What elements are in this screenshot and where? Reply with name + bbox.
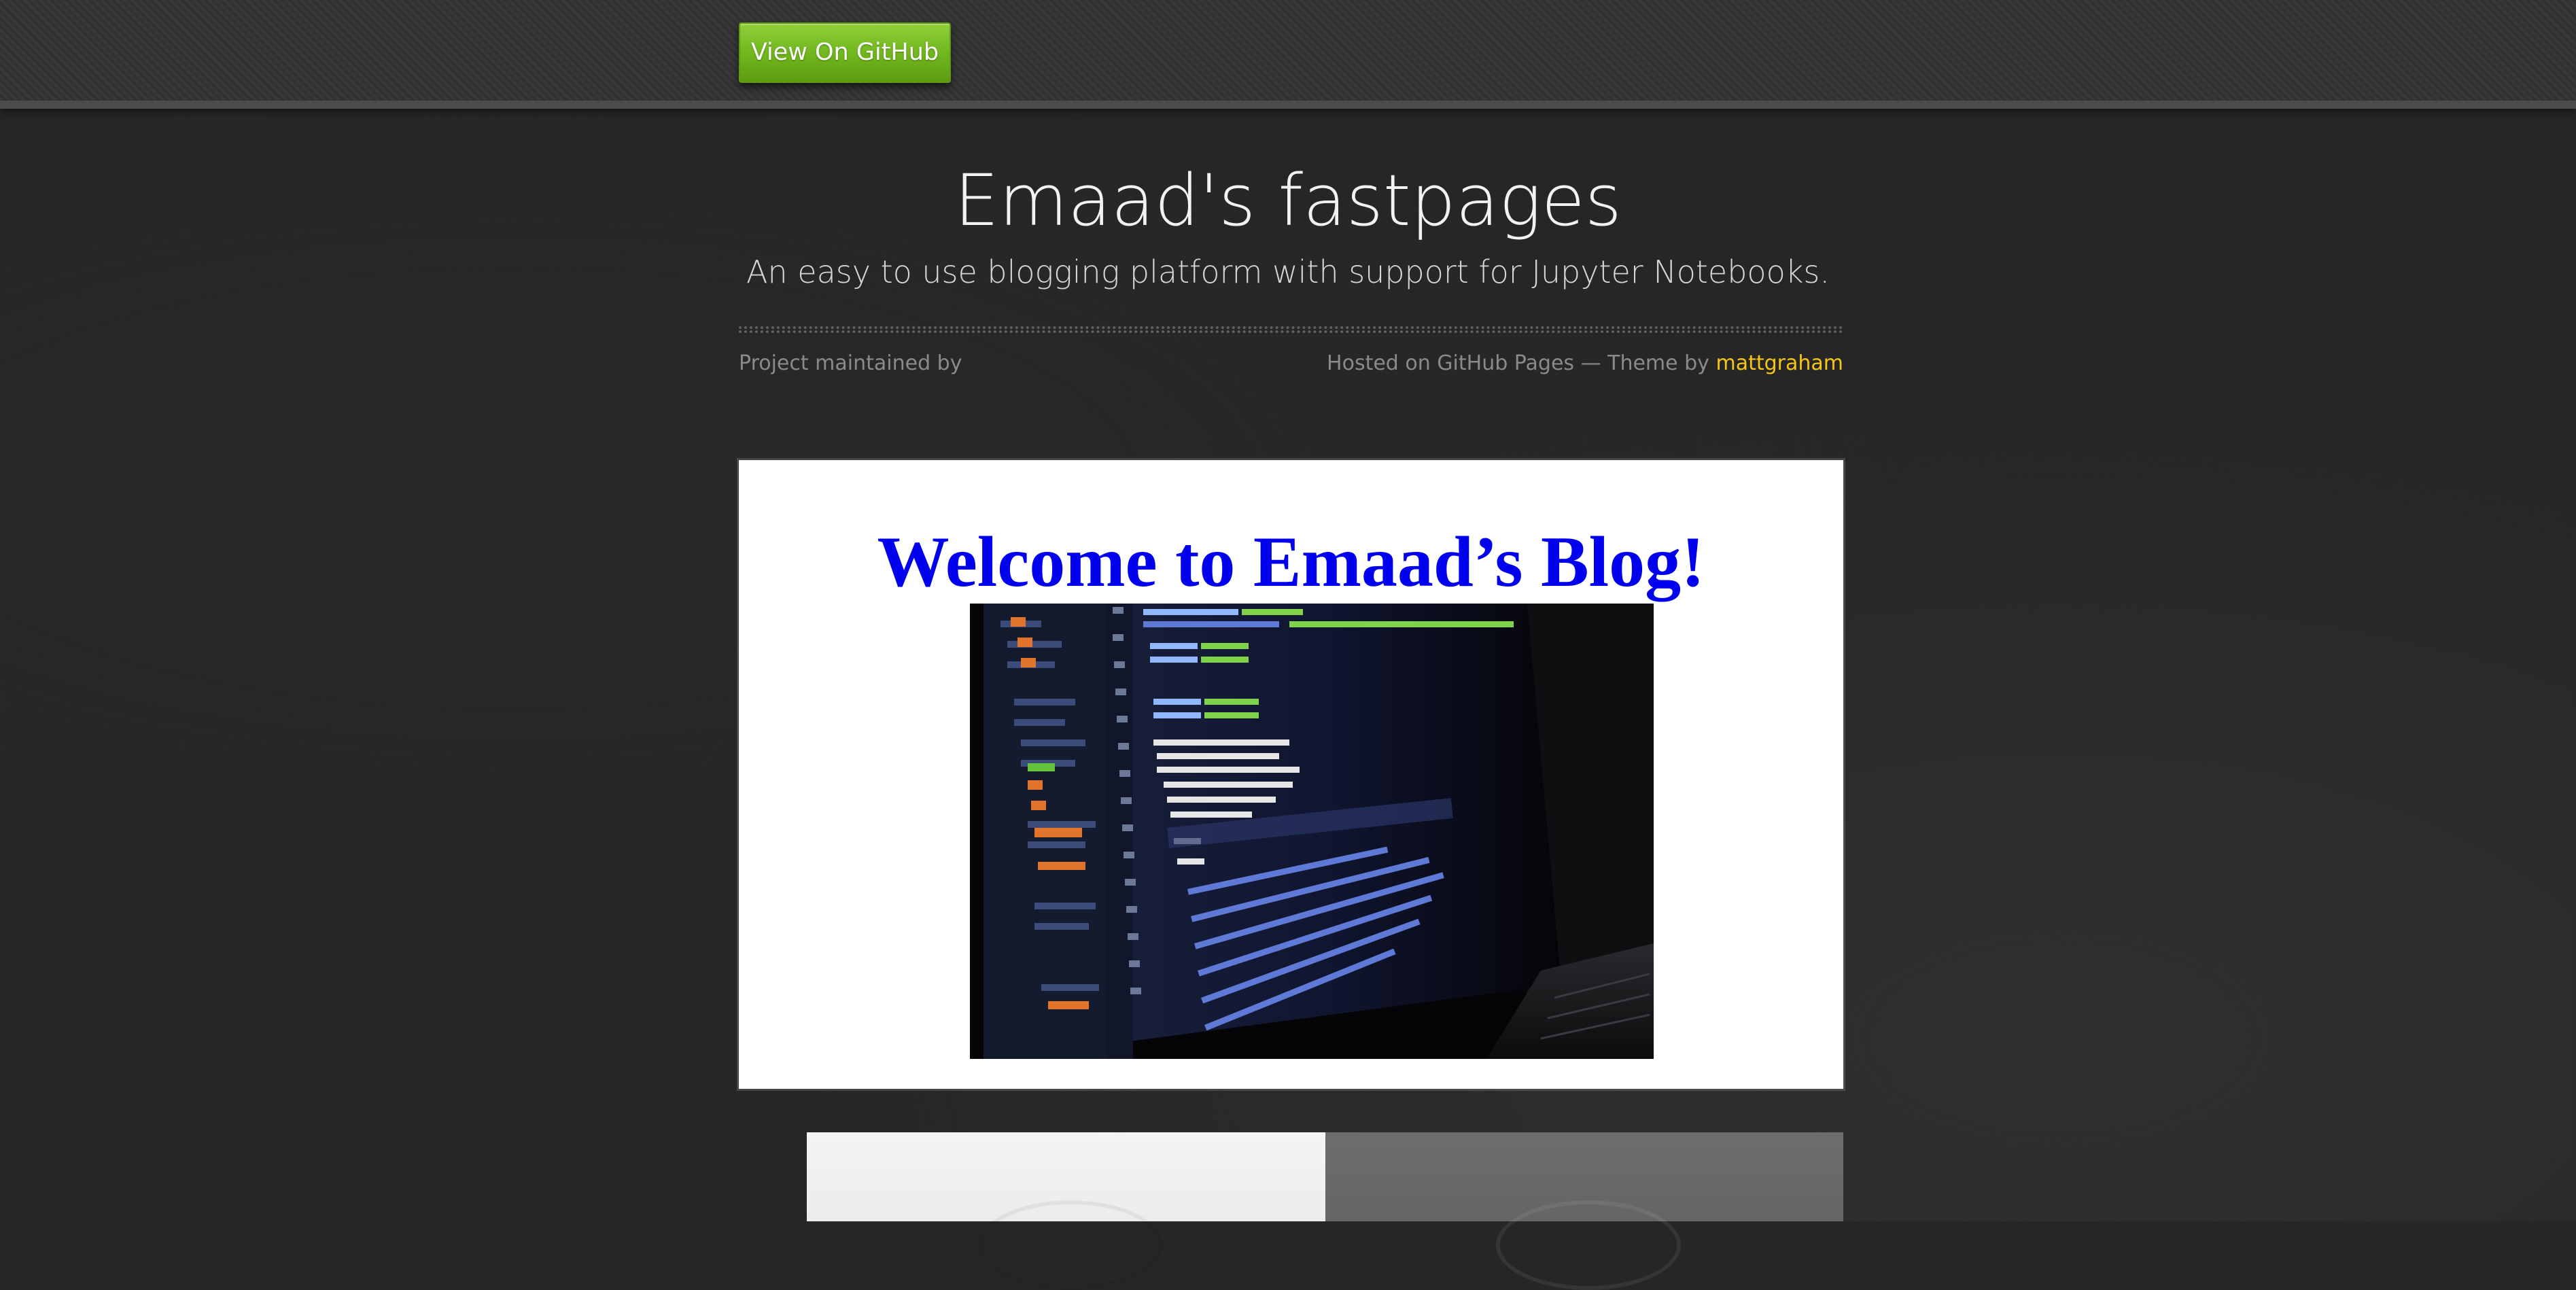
- site-tagline: An easy to use blogging platform with su…: [746, 254, 1830, 290]
- top-header-bar: View On GitHub: [0, 0, 2576, 109]
- theme-author-link[interactable]: mattgraham: [1716, 351, 1843, 375]
- view-on-github-button[interactable]: View On GitHub: [739, 22, 951, 83]
- card-image-placeholder: [977, 1200, 1163, 1290]
- hosted-credit: Hosted on GitHub Pages — Theme by mattgr…: [1327, 350, 1843, 377]
- post-card-right[interactable]: [1325, 1132, 1843, 1290]
- hero-heading: Welcome to Emaad’s Blog!: [877, 522, 1705, 602]
- project-maintained-by: Project maintained by: [739, 351, 962, 375]
- card-image-placeholder: [1496, 1200, 1681, 1290]
- hosted-text: Hosted on GitHub Pages — Theme by: [1327, 351, 1709, 375]
- header-divider: [739, 326, 1843, 333]
- site-title: Emaad's fastpages: [954, 159, 1622, 242]
- laptop-code-image: [970, 604, 1654, 1059]
- post-card-left[interactable]: [807, 1132, 1325, 1290]
- hero-card: Welcome to Emaad’s Blog!: [739, 460, 1843, 1089]
